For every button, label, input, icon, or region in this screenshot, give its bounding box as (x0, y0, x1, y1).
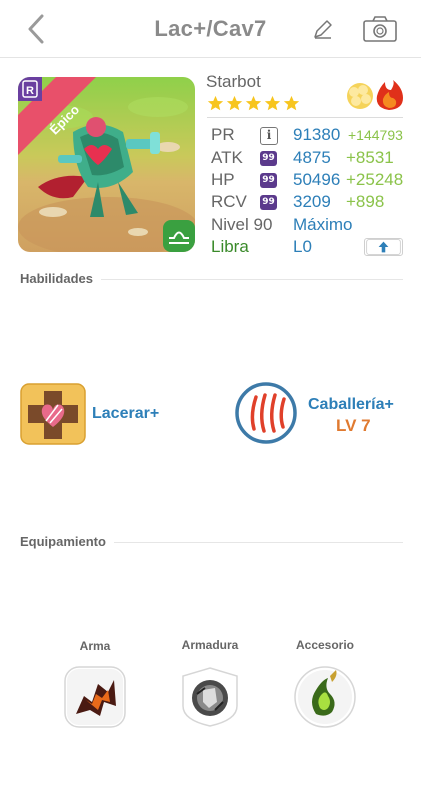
stat-value: 50496 (293, 170, 341, 189)
section-title: Equipamiento (20, 534, 114, 549)
fire-element-icon (376, 80, 403, 110)
sign-label: Libra (211, 237, 249, 256)
camera-icon[interactable] (362, 14, 398, 44)
info-icon[interactable]: i (260, 127, 278, 145)
stat-label: RCV (211, 192, 247, 211)
light-element-icon (347, 83, 373, 109)
star-icon (264, 95, 281, 111)
skill-name[interactable]: Lacerar+ (92, 405, 159, 423)
equip-label-weapon: Arma (79, 639, 111, 653)
level-badge: 99 (260, 151, 277, 166)
equipment-section-header: Equipamiento (20, 534, 403, 550)
header-bar: Lac+/Cav7 (0, 0, 421, 58)
stat-row-rcv: RCV 99 3209 +898 (207, 192, 403, 214)
stat-label: ATK (211, 148, 243, 167)
skills-section-header: Habilidades (20, 271, 403, 287)
skill-name[interactable]: Caballería+ (308, 396, 394, 414)
level-badge: 99 (260, 195, 277, 210)
stats-panel: PR i 91380 +144793 ATK 99 4875 +8531 HP … (207, 117, 403, 256)
rank-badge: R (26, 85, 34, 97)
star-rating (207, 95, 300, 112)
monster-portrait[interactable]: Épico R (18, 77, 195, 252)
element-icons (347, 80, 403, 110)
stat-bonus: +898 (346, 192, 385, 211)
section-title: Habilidades (20, 271, 101, 286)
level-value: Máximo (293, 215, 353, 234)
star-icon (245, 95, 262, 111)
pencil-icon[interactable] (312, 18, 334, 40)
star-icon (207, 95, 224, 111)
equip-label-accessory: Accesorio (295, 638, 355, 652)
star-icon (283, 95, 300, 111)
armor-icon[interactable] (179, 666, 241, 728)
claw-marks-skill-icon[interactable] (234, 381, 298, 445)
star-icon (226, 95, 243, 111)
sign-row: Libra L0 (207, 237, 403, 259)
page-title: Lac+/Cav7 (154, 16, 267, 41)
lacerate-skill-icon[interactable] (20, 383, 86, 445)
level-badge: 99 (260, 173, 277, 188)
accessory-icon[interactable] (294, 666, 356, 728)
stat-bonus: +144793 (348, 127, 403, 143)
stat-row-pr: PR i 91380 +144793 (207, 125, 403, 147)
sign-value: L0 (293, 237, 312, 256)
monster-name: Starbot (206, 72, 261, 91)
skill-level: LV 7 (336, 416, 371, 435)
stat-value: 91380 (293, 125, 341, 144)
stat-label: PR (211, 125, 235, 144)
level-label: Nivel 90 (211, 215, 273, 234)
upgrade-arrow-icon[interactable] (364, 238, 403, 256)
stat-bonus: +8531 (346, 148, 394, 167)
stat-label: HP (211, 170, 235, 189)
stat-row-atk: ATK 99 4875 +8531 (207, 148, 403, 170)
stat-value: 3209 (293, 192, 331, 211)
stat-value: 4875 (293, 148, 331, 167)
stat-bonus: +25248 (346, 170, 404, 189)
equip-label-armor: Armadura (181, 638, 239, 652)
level-row: Nivel 90 Máximo (207, 215, 403, 237)
stat-row-hp: HP 99 50496 +25248 (207, 170, 403, 192)
weapon-icon[interactable] (64, 666, 126, 728)
